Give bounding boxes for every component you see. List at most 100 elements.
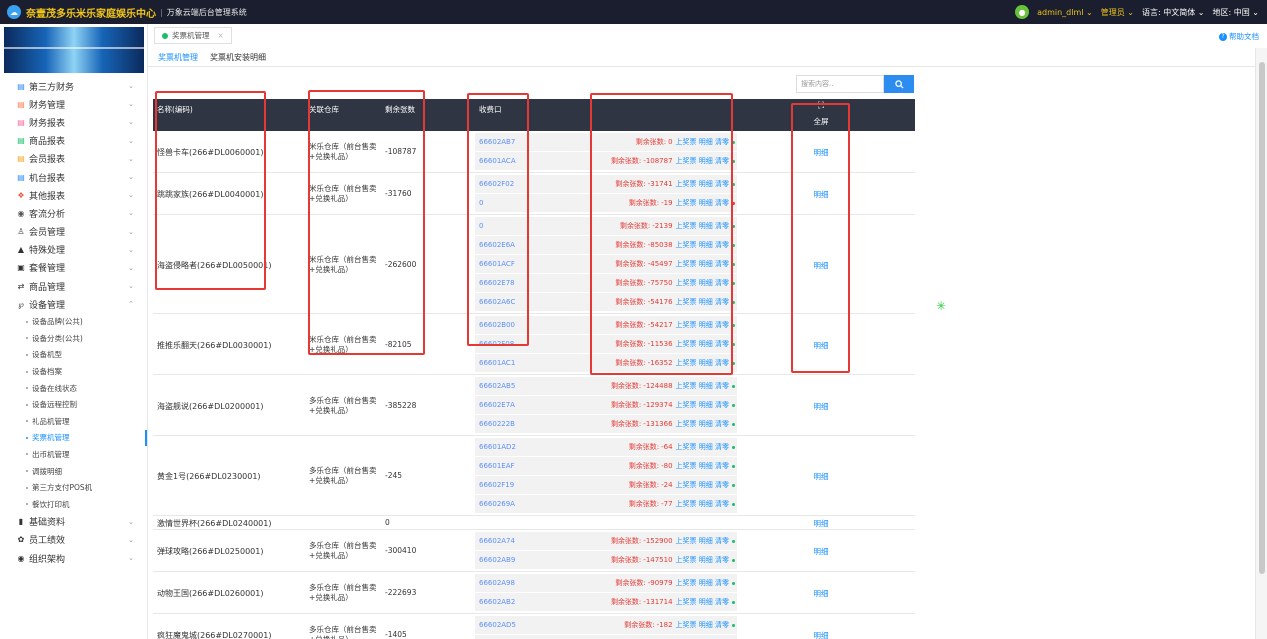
region-dropdown[interactable]: 地区: 中国 ⌄ (1213, 7, 1260, 18)
outlet-code[interactable]: 66602A98 (475, 579, 565, 587)
page-scrollbar[interactable] (1255, 48, 1267, 639)
sidebar-item-6[interactable]: ❖ 其他报表 ⌄ (0, 186, 147, 204)
detail-link[interactable]: 明细 (810, 401, 832, 412)
sidebar-item-4[interactable]: ▤ 会员报表 ⌄ (0, 150, 147, 168)
sidebar-item-7[interactable]: ◉ 客流分析 ⌄ (0, 204, 147, 222)
outlet-actions[interactable]: 上奖票 明细 清零 (676, 222, 729, 230)
sidebar-item-bottom-1[interactable]: ✿ 员工绩效 ⌄ (0, 531, 147, 549)
tab-ticket-machine-install[interactable]: 奖票机安装明细 (210, 52, 266, 67)
sidebar-item-9[interactable]: ▲ 特殊处理 ⌄ (0, 241, 147, 259)
sidebar-item-11[interactable]: ⇄ 商品管理 ⌄ (0, 277, 147, 295)
sidebar-subitem-10[interactable]: 第三方支付POS机 (0, 479, 147, 496)
outlet-code[interactable]: 66602E6A (475, 241, 565, 249)
outlet-actions[interactable]: 上奖票 明细 清零 (676, 481, 729, 489)
outlet-code[interactable]: 66602E7A (475, 401, 565, 409)
sidebar-item-10[interactable]: ▣ 套餐管理 ⌄ (0, 259, 147, 277)
outlet-actions[interactable]: 上奖票 明细 清零 (676, 621, 729, 629)
outlet-actions[interactable]: 上奖票 明细 清零 (676, 340, 729, 348)
sidebar-item-bottom-2[interactable]: ◉ 组织架构 ⌄ (0, 549, 147, 567)
sidebar-item-8[interactable]: ♙ 会员管理 ⌄ (0, 223, 147, 241)
outlet-code[interactable]: 66602AD5 (475, 621, 565, 629)
sidebar-subitem-5[interactable]: 设备远程控制 (0, 396, 147, 413)
outlet-actions[interactable]: 上奖票 明细 清零 (676, 199, 729, 207)
outlet-code[interactable]: 66602F02 (475, 180, 565, 188)
detail-link[interactable]: 明细 (810, 588, 832, 599)
sidebar-item-0[interactable]: ▤ 第三方财务 ⌄ (0, 77, 147, 95)
outlet-code[interactable]: 66602B00 (475, 321, 565, 329)
detail-link[interactable]: 明细 (810, 630, 832, 639)
detail-link[interactable]: 明细 (810, 546, 832, 557)
user-avatar-icon[interactable]: ● (1015, 5, 1030, 19)
role-dropdown[interactable]: 管理员 ⌄ (1101, 7, 1134, 18)
outlet-actions[interactable]: 上奖票 明细 清零 (676, 359, 729, 367)
outlet-code[interactable]: 66602E78 (475, 279, 565, 287)
outlet-actions[interactable]: 上奖票 明细 清零 (676, 180, 729, 188)
page-tab-ticket-machine[interactable]: 奖票机管理 × (154, 27, 232, 44)
outlet-code[interactable]: 66601ACF (475, 260, 565, 268)
sidebar-subitem-0[interactable]: 设备品牌(公共) (0, 313, 147, 330)
outlet-actions[interactable]: 上奖票 明细 清零 (676, 279, 729, 287)
sidebar-item-5[interactable]: ▤ 机台报表 ⌄ (0, 168, 147, 186)
outlet-code[interactable]: 66602F08 (475, 340, 565, 348)
outlet-code[interactable]: 66602AB7 (475, 138, 565, 146)
sidebar-item-bottom-0[interactable]: ▮ 基础资料 ⌄ (0, 513, 147, 531)
outlet-actions[interactable]: 上奖票 明细 清零 (676, 598, 729, 606)
outlet-code[interactable]: 0 (475, 199, 565, 207)
search-input[interactable]: 搜索内容.. (796, 75, 884, 93)
outlet-code[interactable]: 66601AD2 (475, 443, 565, 451)
fullscreen-button[interactable]: 全屏 (810, 116, 832, 127)
sidebar-subitem-8[interactable]: 出币机管理 (0, 446, 147, 463)
outlet-code[interactable]: 66601ACA (475, 157, 565, 165)
fullscreen-icon[interactable]: ⛶ (810, 101, 832, 111)
outlet-actions[interactable]: 上奖票 明细 清零 (676, 241, 729, 249)
outlet-actions[interactable]: 上奖票 明细 清零 (676, 462, 729, 470)
scrollbar-thumb[interactable] (1259, 62, 1265, 574)
sidebar-subitem-1[interactable]: 设备分类(公共) (0, 330, 147, 347)
sidebar-item-2[interactable]: ▤ 财务报表 ⌄ (0, 113, 147, 131)
username-dropdown[interactable]: admin_dlml ⌄ (1037, 8, 1093, 17)
language-dropdown[interactable]: 语言: 中文简体 ⌄ (1142, 7, 1205, 18)
outlet-code[interactable]: 66602A74 (475, 537, 565, 545)
outlet-code[interactable]: 66602F19 (475, 481, 565, 489)
outlet-actions[interactable]: 上奖票 明细 清零 (676, 443, 729, 451)
help-docs-link[interactable]: ? 帮助文档 (1219, 31, 1259, 42)
sidebar-subitem-2[interactable]: 设备机型 (0, 347, 147, 364)
sidebar-item-12[interactable]: ℘ 设备管理 ⌃ (0, 295, 147, 313)
outlet-code[interactable]: 66602AB5 (475, 382, 565, 390)
outlet-actions[interactable]: 上奖票 明细 清零 (676, 260, 729, 268)
outlet-code[interactable]: 66601EAF (475, 462, 565, 470)
search-button[interactable] (884, 75, 914, 93)
outlet-actions[interactable]: 上奖票 明细 清零 (676, 382, 729, 390)
outlet-actions[interactable]: 上奖票 明细 清零 (676, 579, 729, 587)
sidebar-subitem-11[interactable]: 餐饮打印机 (0, 496, 147, 513)
outlet-code[interactable]: 66602AB9 (475, 556, 565, 564)
tab-ticket-machine-manage[interactable]: 奖票机管理 (158, 52, 198, 67)
detail-link[interactable]: 明细 (810, 260, 832, 271)
close-icon[interactable]: × (218, 31, 224, 40)
outlet-actions[interactable]: 上奖票 明细 清零 (676, 401, 729, 409)
outlet-actions[interactable]: 上奖票 明细 清零 (676, 556, 729, 564)
detail-link[interactable]: 明细 (810, 471, 832, 482)
outlet-actions[interactable]: 上奖票 明细 清零 (676, 157, 729, 165)
outlet-actions[interactable]: 上奖票 明细 清零 (676, 138, 729, 146)
detail-link[interactable]: 明细 (810, 147, 832, 158)
outlet-actions[interactable]: 上奖票 明细 清零 (676, 537, 729, 545)
sidebar-subitem-4[interactable]: 设备在线状态 (0, 380, 147, 397)
sidebar-subitem-3[interactable]: 设备档案 (0, 363, 147, 380)
outlet-actions[interactable]: 上奖票 明细 清零 (676, 321, 729, 329)
outlet-actions[interactable]: 上奖票 明细 清零 (676, 298, 729, 306)
sidebar-subitem-6[interactable]: 礼品机管理 (0, 413, 147, 430)
outlet-actions[interactable]: 上奖票 明细 清零 (676, 420, 729, 428)
outlet-code[interactable]: 0 (475, 222, 565, 230)
outlet-code[interactable]: 66601AC1 (475, 359, 565, 367)
outlet-code[interactable]: 66602A6C (475, 298, 565, 306)
sidebar-subitem-7[interactable]: 奖票机管理 (0, 429, 147, 447)
sidebar-subitem-9[interactable]: 调拨明细 (0, 463, 147, 480)
outlet-code[interactable]: 66602AB2 (475, 598, 565, 606)
sidebar-item-1[interactable]: ▤ 财务管理 ⌄ (0, 95, 147, 113)
detail-link[interactable]: 明细 (810, 340, 832, 351)
outlet-actions[interactable]: 上奖票 明细 清零 (676, 500, 729, 508)
detail-link[interactable]: 明细 (810, 518, 832, 529)
detail-link[interactable]: 明细 (810, 189, 832, 200)
outlet-code[interactable]: 6660222B (475, 420, 565, 428)
